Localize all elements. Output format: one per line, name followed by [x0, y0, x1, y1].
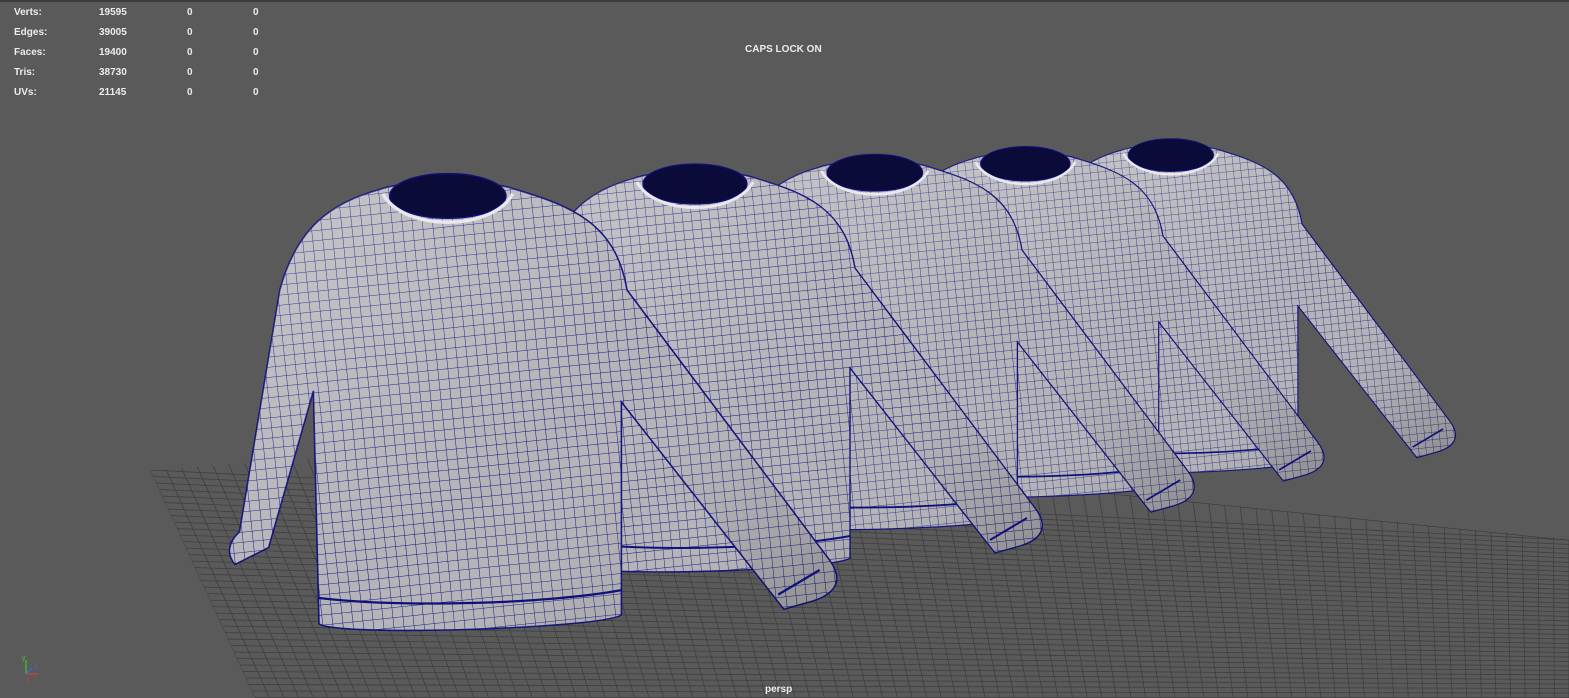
collar-opening [642, 163, 748, 205]
view-axis-gizmo: y z x [22, 655, 38, 682]
caps-lock-indicator: CAPS LOCK ON [745, 44, 822, 55]
camera-name-label: persp [765, 684, 793, 695]
collar-opening [1127, 138, 1214, 173]
hud-label: Edges: [14, 27, 48, 38]
hud-selected: 0 [187, 87, 193, 98]
hud-selected: 0 [187, 67, 193, 78]
hud-total: 19595 [99, 7, 127, 18]
hud-selected: 0 [187, 27, 193, 38]
perspective-viewport[interactable]: Verts: 19595 0 0 Edges: 39005 0 0 Faces:… [0, 0, 1569, 698]
hud-label: Tris: [14, 67, 36, 78]
sweater-mesh-group[interactable] [228, 138, 1457, 632]
hud-row-verts: Verts: 19595 0 0 [14, 3, 274, 23]
hud-components: 0 [253, 47, 259, 58]
collar-opening [980, 146, 1071, 182]
hud-components: 0 [253, 67, 259, 78]
axis-y-label: y [22, 655, 26, 662]
hud-row-faces: Faces: 19400 0 0 [14, 43, 274, 63]
poly-count-hud: Verts: 19595 0 0 Edges: 39005 0 0 Faces:… [14, 3, 274, 103]
collar-opening [826, 153, 924, 192]
hud-row-edges: Edges: 39005 0 0 [14, 23, 274, 43]
hud-label: Faces: [14, 47, 46, 58]
hud-label: Verts: [14, 7, 42, 18]
hud-total: 19400 [99, 47, 127, 58]
collar-opening [388, 172, 507, 219]
hud-components: 0 [253, 7, 259, 18]
hud-components: 0 [253, 87, 259, 98]
hud-selected: 0 [187, 7, 193, 18]
hud-components: 0 [253, 27, 259, 38]
hud-row-tris: Tris: 38730 0 0 [14, 63, 274, 83]
axis-z-label: z [34, 664, 38, 671]
hud-row-uvs: UVs: 21145 0 0 [14, 83, 274, 103]
hud-selected: 0 [187, 47, 193, 58]
hud-label: UVs: [14, 87, 37, 98]
axis-z-line [25, 667, 33, 675]
scene-canvas[interactable] [0, 0, 1569, 698]
hud-total: 21145 [99, 87, 127, 98]
axis-x-label: x [26, 677, 30, 682]
hud-total: 39005 [99, 27, 127, 38]
hud-total: 38730 [99, 67, 127, 78]
